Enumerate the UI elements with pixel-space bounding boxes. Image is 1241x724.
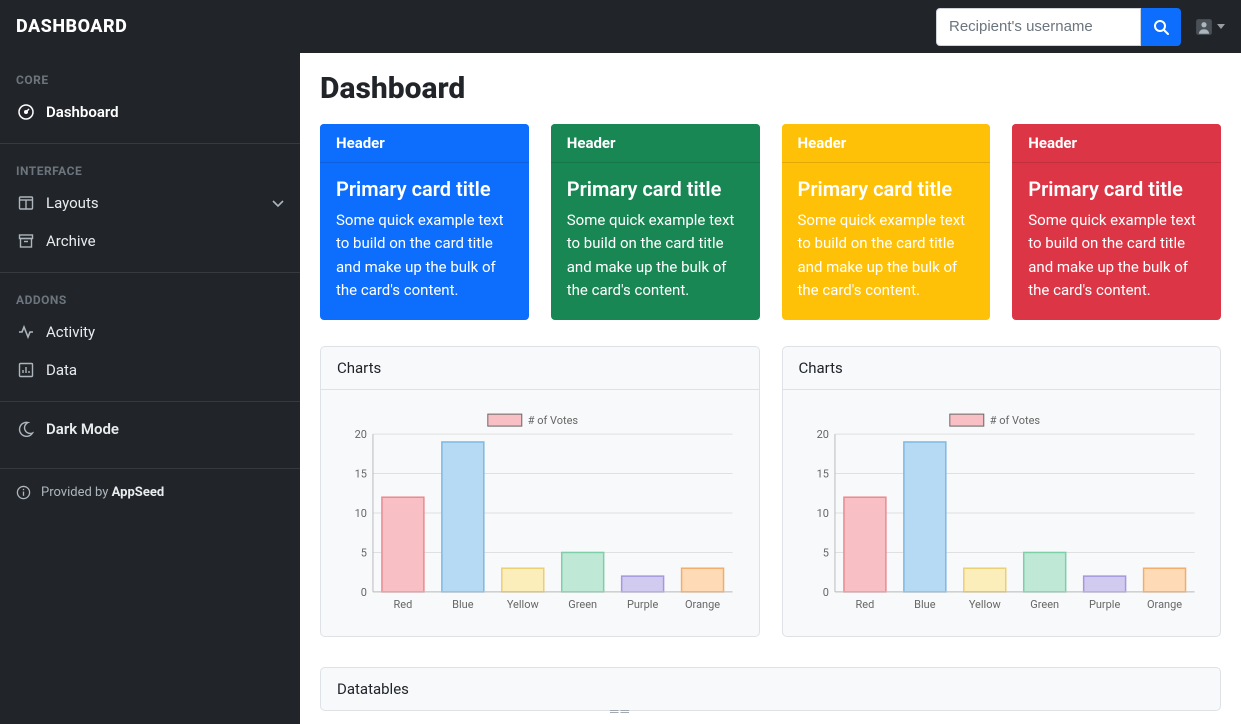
bar-chart: # of Votes 0 5 10 15 20 Red Blue Yellow Green Purp… [799,406,1205,620]
sidebar-item-archive[interactable]: Archive [0,222,300,260]
archive-icon [16,233,36,249]
sidebar: CORE Dashboard INTERFACE Layouts [0,53,300,724]
chart-panel-2: Charts # of Votes 0 5 10 15 20 Red Blue Yellow Gr… [782,346,1222,637]
caret-down-icon [1217,24,1225,29]
summary-card-blue: Header Primary card title Some quick examp… [320,124,529,320]
sidebar-section-core: CORE [0,53,300,93]
sidebar-item-label: Dashboard [46,103,284,121]
sidebar-item-darkmode[interactable]: Dark Mode [0,402,300,456]
main-content: Dashboard Header Primary card title Some q… [300,53,1241,724]
card-title: Primary card title [798,177,975,201]
tachometer-icon [16,104,36,120]
page-title: Dashboard [320,71,1221,106]
svg-text:Blue: Blue [452,598,474,611]
svg-text:15: 15 [355,468,367,481]
svg-text:Blue: Blue [914,598,936,611]
topnav: DASHBOARD [0,0,1241,53]
cards-row: Header Primary card title Some quick examp… [320,124,1221,320]
card-header: Header [551,124,760,163]
sidebar-item-label: Activity [46,323,284,341]
svg-text:10: 10 [816,507,828,520]
footer-brand[interactable]: AppSeed [112,485,165,500]
sidebar-item-activity[interactable]: Activity [0,313,300,351]
sidebar-item-layouts[interactable]: Layouts [0,184,300,222]
svg-text:# of Votes: # of Votes [989,414,1040,427]
bar-chart: # of Votes 0 5 10 15 20 Red Blue Yellow Green Purp… [337,406,743,620]
svg-text:15: 15 [816,468,828,481]
sidebar-item-dashboard[interactable]: Dashboard [0,93,300,131]
sidebar-section-interface: INTERFACE [0,144,300,184]
summary-card-yellow: Header Primary card title Some quick examp… [782,124,991,320]
svg-text:Orange: Orange [685,598,720,611]
chart-panel-1: Charts # of Votes 0 5 10 15 20 Red Blue Yellow Gr… [320,346,760,637]
search-button[interactable] [1141,8,1181,46]
user-menu[interactable] [1195,18,1225,36]
svg-text:Orange: Orange [1147,598,1182,611]
search-input[interactable] [936,8,1141,46]
bar-chart-icon [16,362,36,378]
svg-text:0: 0 [822,586,828,599]
card-header: Header [782,124,991,163]
card-title: Primary card title [336,177,513,201]
svg-text:# of Votes: # of Votes [528,414,579,427]
chevron-down-icon [272,194,284,212]
panel-header: Charts [321,347,759,390]
card-text: Some quick example text to build on the … [336,209,513,302]
sidebar-item-label: Layouts [46,194,272,212]
sidebar-item-label: Data [46,361,284,379]
searchbox [936,8,1181,46]
info-icon [16,485,31,500]
panel-header: Charts [783,347,1221,390]
svg-text:Purple: Purple [1088,598,1120,611]
card-header: Header [320,124,529,163]
svg-text:20: 20 [355,428,367,441]
svg-text:5: 5 [822,546,828,559]
search-icon [1153,19,1169,35]
drag-handle-icon[interactable]: ══ [610,704,631,718]
card-text: Some quick example text to build on the … [798,209,975,302]
svg-text:5: 5 [361,546,367,559]
svg-text:Purple: Purple [627,598,659,611]
card-text: Some quick example text to build on the … [567,209,744,302]
moon-icon [16,421,36,437]
svg-text:Yellow: Yellow [507,598,539,611]
columns-icon [16,195,36,211]
activity-icon [16,324,36,340]
summary-card-red: Header Primary card title Some quick examp… [1012,124,1221,320]
card-title: Primary card title [567,177,744,201]
user-icon [1195,18,1213,36]
charts-row: Charts # of Votes 0 5 10 15 20 Red Blue Yellow Gr… [320,346,1221,637]
svg-text:Red: Red [394,598,413,611]
svg-text:Red: Red [855,598,874,611]
summary-card-green: Header Primary card title Some quick examp… [551,124,760,320]
svg-text:10: 10 [355,507,367,520]
sidebar-section-addons: ADDONS [0,273,300,313]
card-header: Header [1012,124,1221,163]
sidebar-item-data[interactable]: Data [0,351,300,389]
sidebar-item-label: Dark Mode [46,420,284,438]
svg-text:Green: Green [1030,598,1059,611]
svg-text:0: 0 [361,586,367,599]
card-text: Some quick example text to build on the … [1028,209,1205,302]
footer-prefix: Provided by [41,485,112,500]
sidebar-footer: Provided by AppSeed [0,469,300,516]
sidebar-item-label: Archive [46,232,284,250]
datatables-panel: Datatables [320,667,1221,711]
card-title: Primary card title [1028,177,1205,201]
svg-text:Green: Green [568,598,597,611]
svg-text:20: 20 [816,428,828,441]
panel-header: Datatables [321,668,1220,710]
svg-text:Yellow: Yellow [968,598,1000,611]
brand-title: DASHBOARD [16,16,286,37]
